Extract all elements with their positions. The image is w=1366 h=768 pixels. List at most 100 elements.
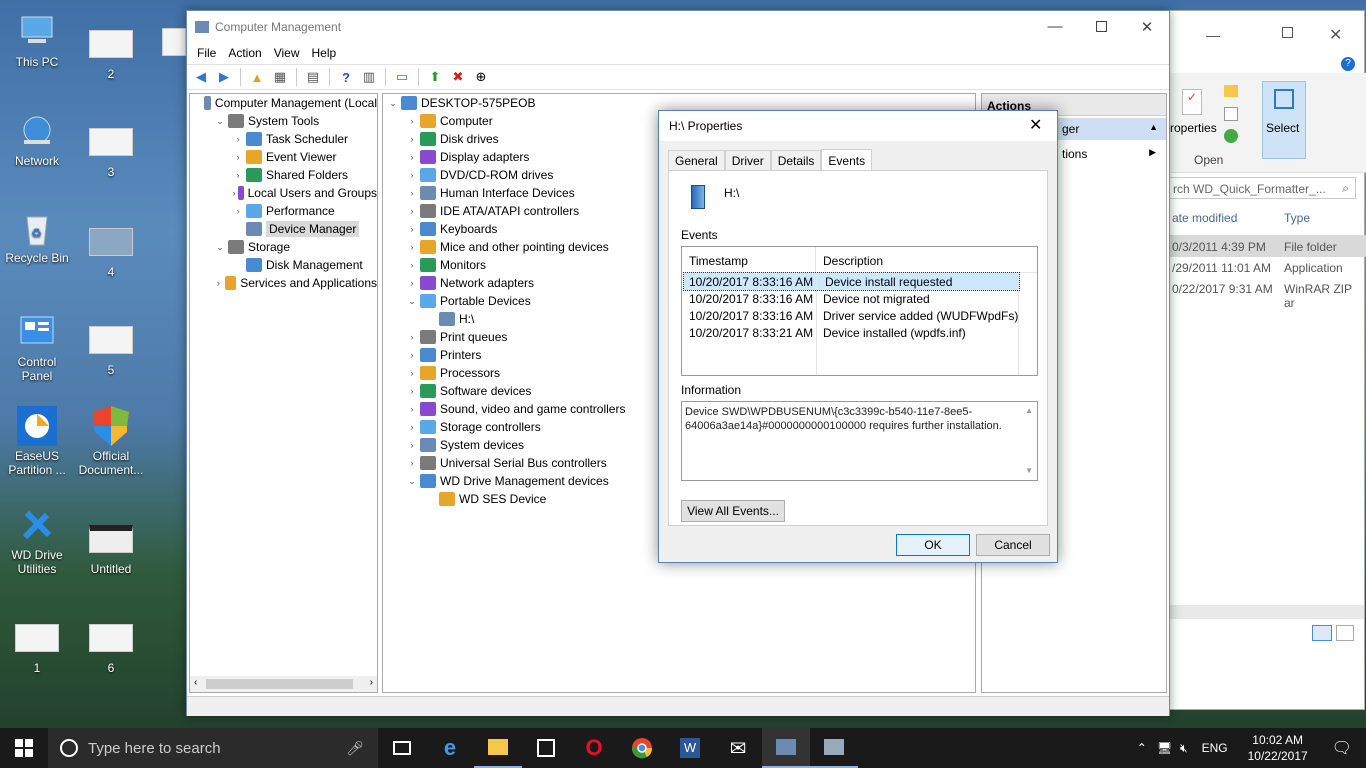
desktop-icon-control-panel[interactable]: Control Panel <box>1 312 73 383</box>
scroll-right-icon[interactable]: › <box>370 677 373 688</box>
expand-arrow-icon[interactable]: › <box>406 386 418 396</box>
tab-events[interactable]: Events <box>821 149 873 171</box>
network-status-icon[interactable]: 🖥︎ <box>1153 741 1176 755</box>
action-center-icon[interactable]: 🗨︎ <box>1318 738 1366 758</box>
nav-tree-item[interactable]: ⌄ Storage <box>190 238 377 256</box>
navigation-tree-pane[interactable]: Computer Management (Local ⌄ System Tools ›… <box>189 93 378 693</box>
store-icon[interactable] <box>522 728 570 768</box>
desktop-icon-1[interactable]: 1 <box>1 618 73 675</box>
expand-arrow-icon[interactable]: › <box>406 116 418 126</box>
expand-arrow-icon[interactable]: › <box>406 440 418 450</box>
tray-overflow-icon[interactable]: ⌃ <box>1131 741 1153 755</box>
expand-arrow-icon[interactable]: › <box>406 278 418 288</box>
menu-action[interactable]: Action <box>222 46 267 60</box>
up-folder-icon[interactable]: ▲ <box>247 67 267 87</box>
desktop-icon-official-document[interactable]: Official Document... <box>75 406 147 477</box>
mail-icon[interactable]: ✉ <box>714 728 762 768</box>
collapse-arrow-icon[interactable]: ⌄ <box>214 242 226 253</box>
expand-arrow-icon[interactable]: › <box>214 278 223 288</box>
expand-arrow-icon[interactable]: › <box>232 206 244 216</box>
scan-hardware-icon[interactable]: ▭ <box>392 67 412 87</box>
nav-tree-item[interactable]: Device Manager <box>190 220 377 238</box>
menu-help[interactable]: Help <box>306 46 343 60</box>
tab-driver[interactable]: Driver <box>724 150 771 171</box>
nav-tree-item[interactable]: Disk Management <box>190 256 377 274</box>
back-arrow-icon[interactable]: ◀ <box>191 67 211 87</box>
scroll-up-icon[interactable]: ▲ <box>1025 404 1033 418</box>
expand-arrow-icon[interactable]: › <box>406 422 418 432</box>
event-row[interactable]: 10/20/2017 8:33:16 AM Device install requ… <box>683 272 1020 291</box>
expand-arrow-icon[interactable]: › <box>406 188 418 198</box>
details-view-icon[interactable] <box>1312 625 1332 641</box>
expand-arrow-icon[interactable]: › <box>406 458 418 468</box>
horizontal-scrollbar[interactable]: ‹ › <box>190 676 377 692</box>
collapse-arrow-icon[interactable]: ⌄ <box>406 296 418 307</box>
maximize-button[interactable] <box>1078 11 1124 42</box>
nav-tree-item[interactable]: › Event Viewer <box>190 148 377 166</box>
properties-icon[interactable]: ✓ <box>1182 89 1202 115</box>
expand-arrow-icon[interactable]: › <box>406 134 418 144</box>
scrollbar-thumb[interactable] <box>206 679 353 689</box>
forward-arrow-icon[interactable]: ▶ <box>214 67 234 87</box>
expand-arrow-icon[interactable]: › <box>406 224 418 234</box>
close-button[interactable]: ✕ <box>1329 25 1342 45</box>
tab-general[interactable]: General <box>668 150 725 171</box>
help-icon[interactable]: ? <box>1341 57 1355 71</box>
desktop-icon-this-pc[interactable]: This PC <box>1 12 73 69</box>
expand-arrow-icon[interactable]: › <box>406 404 418 414</box>
desktop-icon-easeus[interactable]: EaseUS Partition ... <box>1 406 73 477</box>
expand-arrow-icon[interactable]: › <box>232 152 244 162</box>
edge-icon[interactable]: e <box>426 728 474 768</box>
microphone-icon[interactable]: 🎤︎ <box>346 740 364 757</box>
properties-label[interactable]: roperties <box>1170 121 1217 135</box>
information-textbox[interactable]: Device SWD\WPDBUSENUM\{c3c3399c-b540-11e… <box>681 401 1038 481</box>
start-button[interactable] <box>0 728 48 768</box>
new-folder-icon[interactable] <box>1224 85 1238 97</box>
scroll-down-icon[interactable]: ▼ <box>1025 464 1033 478</box>
dialog-title-bar[interactable]: H:\ Properties <box>659 111 1057 141</box>
taskbar-search-box[interactable]: Type here to search 🎤︎ <box>48 728 378 768</box>
collapse-arrow-icon[interactable]: ⌄ <box>214 116 226 127</box>
large-icons-view-icon[interactable] <box>1336 625 1354 641</box>
expand-arrow-icon[interactable]: › <box>406 350 418 360</box>
nav-tree-item[interactable]: › Shared Folders <box>190 166 377 184</box>
ok-button[interactable]: OK <box>896 534 970 556</box>
language-indicator[interactable]: ENG <box>1192 741 1238 755</box>
collapse-arrow-icon[interactable]: ⌄ <box>406 476 418 487</box>
tab-details[interactable]: Details <box>770 150 822 171</box>
desktop-icon-5[interactable]: 5 <box>75 320 147 377</box>
expand-arrow-icon[interactable]: › <box>406 170 418 180</box>
nav-tree-item[interactable]: › Local Users and Groups <box>190 184 377 202</box>
column-timestamp[interactable]: Timestamp <box>682 247 816 272</box>
close-button[interactable]: ✕ <box>1124 11 1170 42</box>
cancel-button[interactable]: Cancel <box>976 534 1050 556</box>
column-date-modified[interactable]: ate modified <box>1172 211 1237 225</box>
event-row[interactable]: 10/20/2017 8:33:16 AM Driver service adde… <box>682 307 1037 324</box>
minimize-button[interactable]: — <box>1206 27 1220 43</box>
explorer-window[interactable]: — ✕ ? ✓ roperties Open Select rch WD_Qui… <box>1165 10 1366 710</box>
expand-arrow-icon[interactable]: › <box>232 134 244 144</box>
device-manager-taskbar-icon[interactable] <box>810 728 858 768</box>
expand-arrow-icon[interactable]: › <box>406 242 418 252</box>
event-row[interactable]: 10/20/2017 8:33:21 AM Device installed (w… <box>682 324 1037 341</box>
desktop-icon-2[interactable]: 2 <box>75 24 147 81</box>
event-row[interactable]: 10/20/2017 8:33:16 AM Device not migrated <box>682 290 1037 307</box>
nav-tree-item[interactable]: › Task Scheduler <box>190 130 377 148</box>
file-explorer-icon[interactable] <box>474 728 522 768</box>
history-icon[interactable] <box>1224 129 1238 143</box>
horizontal-scrollbar[interactable] <box>1166 605 1364 619</box>
explorer-search-input[interactable]: rch WD_Quick_Formatter_... ⌕ <box>1166 177 1356 199</box>
uninstall-device-icon[interactable]: ✖ <box>448 67 468 87</box>
column-description[interactable]: Description <box>816 247 883 272</box>
scroll-left-icon[interactable]: ‹ <box>194 677 197 688</box>
show-action-pane-icon[interactable]: ▥ <box>359 67 379 87</box>
maximize-button[interactable] <box>1282 27 1293 38</box>
desktop-icon-6[interactable]: 6 <box>75 618 147 675</box>
menu-view[interactable]: View <box>268 46 306 60</box>
desktop-icon-4[interactable]: 4 <box>75 222 147 279</box>
desktop-icon-untitled[interactable]: Untitled <box>75 519 147 576</box>
help-icon[interactable]: ? <box>336 67 356 87</box>
word-icon[interactable]: W <box>666 728 714 768</box>
edit-icon[interactable] <box>1224 107 1238 121</box>
title-bar[interactable]: Computer Management <box>187 11 1169 42</box>
